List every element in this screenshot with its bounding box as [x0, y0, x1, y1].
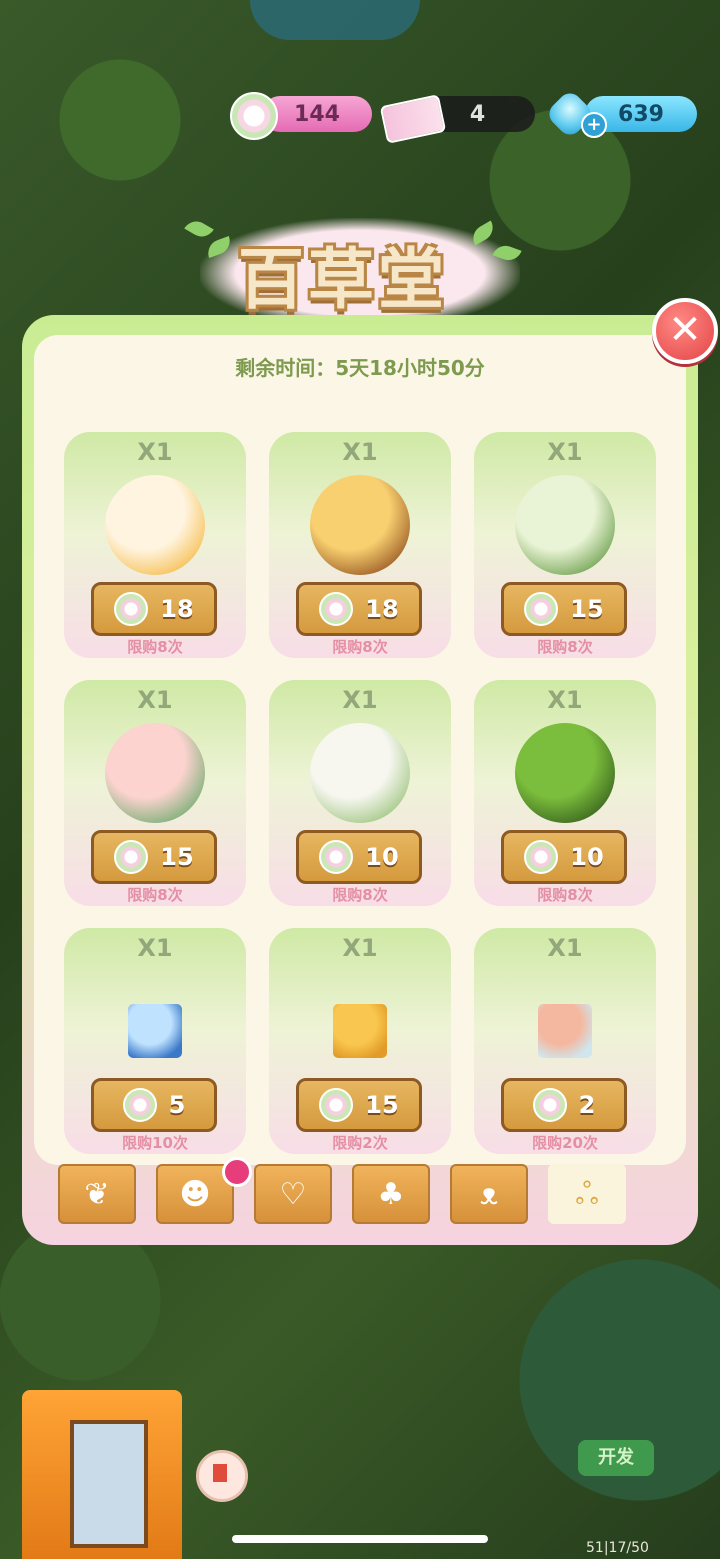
leaf-coin-counter: 144	[262, 96, 372, 132]
tab-leaf-branch-icon[interactable]: ❦	[58, 1164, 136, 1224]
remaining-time: 剩余时间：5天18小时50分	[235, 356, 485, 380]
purchase-limit: 限购8次	[127, 886, 183, 904]
tab-cat-face-icon[interactable]: ᴥ	[450, 1164, 528, 1224]
leaf-coin-icon	[319, 840, 354, 874]
notification-badge	[222, 1157, 252, 1187]
peach-bug-pet-icon	[100, 718, 210, 828]
item-price: 15	[570, 595, 604, 623]
tab-basket-heart-icon[interactable]: ♡	[254, 1164, 332, 1224]
leaf-beetle-pet-icon	[510, 718, 620, 828]
water-area	[250, 0, 420, 40]
item-quantity: X1	[342, 686, 378, 714]
buy-button[interactable]: 18	[296, 582, 422, 636]
cat-face-icon: ᴥ	[479, 1177, 499, 1212]
leaf-coin-icon	[319, 592, 354, 626]
item-price: 18	[160, 595, 194, 623]
item-quantity: X1	[137, 934, 173, 962]
purchase-limit: 限购10次	[122, 1134, 188, 1152]
seed-bag-icon: ஃ	[575, 1177, 599, 1212]
ticket-item-icon	[100, 966, 210, 1076]
leaf-coin-icon	[230, 92, 278, 140]
home-indicator[interactable]	[232, 1535, 488, 1543]
item-price: 18	[365, 595, 399, 623]
shop-title: 百草堂	[238, 241, 448, 318]
purchase-limit: 限购8次	[127, 638, 183, 656]
shop-item-card[interactable]: X1 10 限购8次	[474, 680, 656, 906]
pets-face-icon: ☻	[179, 1177, 211, 1212]
cheese-block-item-icon	[305, 966, 415, 1076]
item-quantity: X1	[137, 438, 173, 466]
purchase-limit: 限购2次	[332, 1134, 388, 1152]
shop-item-card[interactable]: X1 15 限购8次	[474, 432, 656, 658]
leaf-coin-icon	[114, 592, 149, 626]
item-quantity: X1	[342, 934, 378, 962]
basket-heart-icon: ♡	[279, 1177, 307, 1212]
onion-sprite-pet-icon	[305, 718, 415, 828]
leaf-coin-icon	[122, 1088, 157, 1122]
item-quantity: X1	[547, 438, 583, 466]
leaf-coin-icon	[319, 1088, 354, 1122]
leaf-coin-icon	[114, 840, 149, 874]
cabbage-sprite-pet-icon	[510, 470, 620, 580]
purchase-limit: 限购20次	[532, 1134, 598, 1152]
purchase-limit: 限购8次	[332, 638, 388, 656]
buy-button[interactable]: 15	[91, 830, 217, 884]
add-gem-button[interactable]: +	[581, 112, 607, 138]
item-price: 10	[365, 843, 399, 871]
ticket-value: 4	[469, 101, 486, 127]
shop-item-card[interactable]: X1 15 限购8次	[64, 680, 246, 906]
progress-readout: 51|17/50	[586, 1540, 649, 1556]
shop-item-card[interactable]: X1 5 限购10次	[64, 928, 246, 1154]
buy-button[interactable]: 15	[501, 582, 627, 636]
fox-girl-pet-icon	[100, 470, 210, 580]
shop-item-card[interactable]: X1 18 限购8次	[269, 432, 451, 658]
item-price: 10	[570, 843, 604, 871]
shop-item-card[interactable]: X1 2 限购20次	[474, 928, 656, 1154]
chick-in-box-pet-icon	[305, 470, 415, 580]
leaf-coin-icon	[524, 592, 559, 626]
leaf-coin-icon	[532, 1088, 567, 1122]
buy-button[interactable]: 10	[501, 830, 627, 884]
flower-vase-item-icon	[510, 966, 620, 1076]
buy-button[interactable]: 2	[501, 1078, 627, 1132]
buy-button[interactable]: 18	[91, 582, 217, 636]
item-price: 15	[160, 843, 194, 871]
leaf-coin-value: 144	[294, 101, 340, 127]
develop-button[interactable]: 开发	[578, 1440, 654, 1476]
leaf-branch-icon: ❦	[84, 1177, 110, 1212]
item-quantity: X1	[547, 934, 583, 962]
tab-seed-bag-icon[interactable]: ஃ	[548, 1164, 626, 1224]
buy-button[interactable]: 15	[296, 1078, 422, 1132]
speech-bubble-icon[interactable]	[196, 1450, 248, 1502]
item-quantity: X1	[137, 686, 173, 714]
item-price: 2	[578, 1091, 596, 1119]
item-price: 5	[168, 1091, 186, 1119]
shop-item-card[interactable]: X1 18 限购8次	[64, 432, 246, 658]
item-quantity: X1	[547, 686, 583, 714]
gem-value: 639	[618, 101, 664, 127]
item-quantity: X1	[342, 438, 378, 466]
tree-icon: ♣	[377, 1177, 405, 1212]
vending-window	[70, 1420, 148, 1548]
item-price: 15	[365, 1091, 399, 1119]
leaf-coin-icon	[524, 840, 559, 874]
buy-button[interactable]: 5	[91, 1078, 217, 1132]
purchase-limit: 限购8次	[537, 886, 593, 904]
category-tabbar: ❦ ☻ ♡ ♣ ᴥ ஃ	[52, 1164, 652, 1228]
purchase-limit: 限购8次	[537, 638, 593, 656]
tab-tree-icon[interactable]: ♣	[352, 1164, 430, 1224]
buy-button[interactable]: 10	[296, 830, 422, 884]
purchase-limit: 限购8次	[332, 886, 388, 904]
shop-item-card[interactable]: X1 15 限购2次	[269, 928, 451, 1154]
shop-item-card[interactable]: X1 10 限购8次	[269, 680, 451, 906]
